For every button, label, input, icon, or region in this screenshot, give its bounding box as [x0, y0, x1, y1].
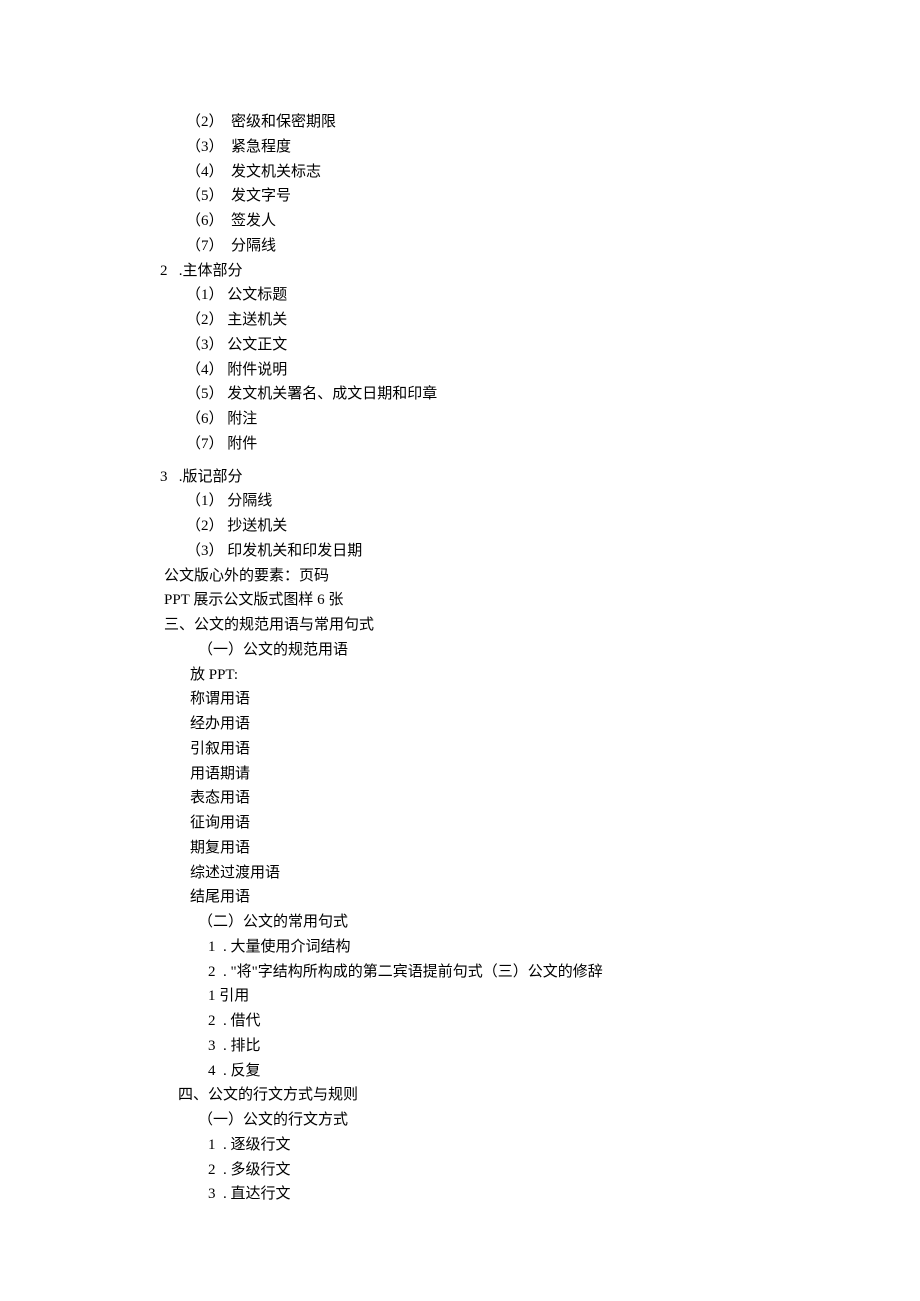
- text-line: 2 .主体部分: [0, 259, 920, 284]
- text-line: PPT 展示公文版式图样 6 张: [0, 588, 920, 613]
- text-line: 1 . 逐级行文: [0, 1133, 920, 1158]
- text-line: （4） 附件说明: [0, 358, 920, 383]
- text-line: （5） 发文字号: [0, 184, 920, 209]
- text-line: 结尾用语: [0, 885, 920, 910]
- text-line: 征询用语: [0, 811, 920, 836]
- text-line: （一）公文的规范用语: [0, 638, 920, 663]
- text-line: 表态用语: [0, 786, 920, 811]
- text-line: （6） 签发人: [0, 209, 920, 234]
- text-line: 公文版心外的要素：页码: [0, 564, 920, 589]
- text-line: 2 . "将"字结构所构成的第二宾语提前句式（三）公文的修辞: [0, 960, 920, 985]
- text-line: 1 . 大量使用介词结构: [0, 935, 920, 960]
- text-line: 1 引用: [0, 984, 920, 1009]
- text-line: 称谓用语: [0, 687, 920, 712]
- text-line: （1） 分隔线: [0, 489, 920, 514]
- text-line: （7） 附件: [0, 432, 920, 457]
- document-page: （2） 密级和保密期限（3） 紧急程度（4） 发文机关标志（5） 发文字号（6）…: [0, 0, 920, 1301]
- text-line: 期复用语: [0, 836, 920, 861]
- text-line: （一）公文的行文方式: [0, 1108, 920, 1133]
- text-line: 3 . 排比: [0, 1034, 920, 1059]
- text-line: （二）公文的常用句式: [0, 910, 920, 935]
- text-line: 放 PPT:: [0, 663, 920, 688]
- text-line: （7） 分隔线: [0, 234, 920, 259]
- text-line: 3 .版记部分: [0, 465, 920, 490]
- text-line: 引叙用语: [0, 737, 920, 762]
- text-line: （1） 公文标题: [0, 283, 920, 308]
- text-line: 2 . 多级行文: [0, 1158, 920, 1183]
- text-line: （2） 主送机关: [0, 308, 920, 333]
- text-line: 3 . 直达行文: [0, 1182, 920, 1207]
- text-line: 用语期请: [0, 762, 920, 787]
- text-line: （4） 发文机关标志: [0, 160, 920, 185]
- text-line: （3） 紧急程度: [0, 135, 920, 160]
- text-line: （6） 附注: [0, 407, 920, 432]
- text-line: （2） 抄送机关: [0, 514, 920, 539]
- text-line: 三、公文的规范用语与常用句式: [0, 613, 920, 638]
- text-line: 4 . 反复: [0, 1059, 920, 1084]
- text-line: 经办用语: [0, 712, 920, 737]
- text-line: （3） 印发机关和印发日期: [0, 539, 920, 564]
- text-line: （3） 公文正文: [0, 333, 920, 358]
- text-line: 2 . 借代: [0, 1009, 920, 1034]
- text-line: （5） 发文机关署名、成文日期和印章: [0, 382, 920, 407]
- text-line: （2） 密级和保密期限: [0, 110, 920, 135]
- text-line: 综述过渡用语: [0, 861, 920, 886]
- text-line: 四、公文的行文方式与规则: [0, 1083, 920, 1108]
